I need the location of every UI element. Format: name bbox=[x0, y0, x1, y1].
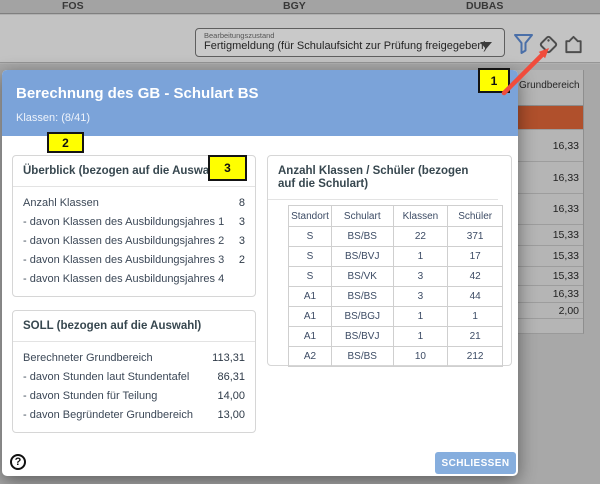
table-row: A1 BS/BVJ 1 21 bbox=[289, 327, 503, 347]
overview-row: - davon Klassen des Ausbildungsjahres 1 … bbox=[23, 213, 245, 232]
tab-fos[interactable]: FOS bbox=[62, 0, 84, 12]
cell-standort: A1 bbox=[289, 287, 332, 307]
cell-schueler: 212 bbox=[448, 347, 503, 367]
dropdown-value: Fertigmeldung (für Schulaufsicht zur Prü… bbox=[204, 40, 487, 52]
cell-schulart: BS/BVJ bbox=[331, 247, 393, 267]
dialog-header: Berechnung des GB - Schulart BS Klassen:… bbox=[2, 70, 518, 136]
table-row: S BS/BVJ 1 17 bbox=[289, 247, 503, 267]
bearbeitungszustand-dropdown[interactable]: Bearbeitungszustand Fertigmeldung (für S… bbox=[195, 28, 505, 57]
soll-row: - davon Begründeter Grundbereich 13,00 bbox=[23, 406, 245, 425]
table-row: S BS/VK 3 42 bbox=[289, 267, 503, 287]
row-label: - davon Klassen des Ausbildungsjahres 2 bbox=[23, 232, 224, 251]
table-row: A1 BS/BS 3 44 bbox=[289, 287, 503, 307]
dropdown-label: Bearbeitungszustand bbox=[204, 31, 274, 40]
overview-row: Anzahl Klassen 8 bbox=[23, 194, 245, 213]
soll-row: - davon Stunden laut Stundentafel 86,31 bbox=[23, 368, 245, 387]
cell-schulart: BS/BS bbox=[331, 227, 393, 247]
cell-klassen: 1 bbox=[393, 327, 448, 347]
row-label: - davon Klassen des Ausbildungsjahres 4 bbox=[23, 270, 224, 289]
gb-berechnung-dialog: Berechnung des GB - Schulart BS Klassen:… bbox=[2, 70, 518, 476]
cell-klassen: 3 bbox=[393, 267, 448, 287]
cell-standort: S bbox=[289, 227, 332, 247]
annotation-label-1: 1 bbox=[478, 68, 510, 93]
table-row: A2 BS/BS 10 212 bbox=[289, 347, 503, 367]
cell-klassen: 22 bbox=[393, 227, 448, 247]
row-label: Berechneter Grundbereich bbox=[23, 349, 153, 368]
annotation-label-2: 2 bbox=[47, 132, 84, 153]
row-label: - davon Klassen des Ausbildungsjahres 3 bbox=[23, 251, 224, 270]
row-value: 3 bbox=[239, 232, 245, 251]
cell-klassen: 1 bbox=[393, 307, 448, 327]
overview-row: - davon Klassen des Ausbildungsjahres 4 bbox=[23, 270, 245, 289]
cell-schueler: 42 bbox=[448, 267, 503, 287]
tab-bgy[interactable]: BGY bbox=[283, 0, 306, 12]
column-header: Standort bbox=[289, 206, 332, 227]
cell-klassen: 3 bbox=[393, 287, 448, 307]
tab-dubas[interactable]: DUBAS bbox=[466, 0, 503, 12]
cell-schulart: BS/BS bbox=[331, 287, 393, 307]
row-value: 14,00 bbox=[217, 387, 245, 406]
row-label: - davon Begründeter Grundbereich bbox=[23, 406, 193, 425]
cell-schueler: 371 bbox=[448, 227, 503, 247]
cell-schueler: 17 bbox=[448, 247, 503, 267]
klassen-card-title: Anzahl Klassen / Schüler (bezogen auf di… bbox=[268, 156, 498, 200]
row-value: 2 bbox=[239, 251, 245, 270]
table-row: S BS/BS 22 371 bbox=[289, 227, 503, 247]
dialog-title: Berechnung des GB - Schulart BS bbox=[16, 85, 259, 102]
cell-schulart: BS/BS bbox=[331, 347, 393, 367]
cell-standort: S bbox=[289, 267, 332, 287]
help-icon[interactable]: ? bbox=[10, 454, 26, 470]
cell-schueler: 21 bbox=[448, 327, 503, 347]
klassen-schueler-table: Standort Schulart Klassen Schüler S BS/B… bbox=[288, 205, 503, 367]
soll-row: - davon Stunden für Teilung 14,00 bbox=[23, 387, 245, 406]
soll-card-title: SOLL (bezogen auf die Auswahl) bbox=[13, 311, 255, 342]
row-label: - davon Stunden laut Stundentafel bbox=[23, 368, 189, 387]
soll-row: Berechneter Grundbereich 113,31 bbox=[23, 349, 245, 368]
row-value: 113,31 bbox=[212, 349, 245, 368]
cell-standort: A1 bbox=[289, 327, 332, 347]
cell-klassen: 10 bbox=[393, 347, 448, 367]
dialog-subtitle: Klassen: (8/41) bbox=[16, 112, 90, 124]
klassen-schueler-card: Anzahl Klassen / Schüler (bezogen auf di… bbox=[267, 155, 512, 366]
cell-klassen: 1 bbox=[393, 247, 448, 267]
export-icon[interactable] bbox=[563, 34, 584, 55]
overview-row: - davon Klassen des Ausbildungsjahres 2 … bbox=[23, 232, 245, 251]
column-header: Schüler bbox=[448, 206, 503, 227]
row-value: 13,00 bbox=[217, 406, 245, 425]
row-label: - davon Stunden für Teilung bbox=[23, 387, 157, 406]
cell-standort: S bbox=[289, 247, 332, 267]
overview-row: - davon Klassen des Ausbildungsjahres 3 … bbox=[23, 251, 245, 270]
row-value: 86,31 bbox=[217, 368, 245, 387]
table-header-row: Standort Schulart Klassen Schüler bbox=[289, 206, 503, 227]
row-value: 8 bbox=[239, 194, 245, 213]
cell-schueler: 1 bbox=[448, 307, 503, 327]
cell-standort: A2 bbox=[289, 347, 332, 367]
filter-icon[interactable] bbox=[513, 33, 534, 55]
cell-schulart: BS/VK bbox=[331, 267, 393, 287]
annotation-label-3: 3 bbox=[208, 155, 247, 181]
column-header: Klassen bbox=[393, 206, 448, 227]
cell-standort: A1 bbox=[289, 307, 332, 327]
column-header: Schulart bbox=[331, 206, 393, 227]
row-label: Anzahl Klassen bbox=[23, 194, 99, 213]
chevron-down-icon[interactable] bbox=[480, 42, 492, 49]
table-row: A1 BS/BGJ 1 1 bbox=[289, 307, 503, 327]
schliessen-button[interactable]: SCHLIESSEN bbox=[435, 452, 516, 474]
soll-card: SOLL (bezogen auf die Auswahl) Berechnet… bbox=[12, 310, 256, 433]
cell-schulart: BS/BVJ bbox=[331, 327, 393, 347]
tag-icon[interactable] bbox=[537, 33, 560, 56]
row-value: 3 bbox=[239, 213, 245, 232]
row-label: - davon Klassen des Ausbildungsjahres 1 bbox=[23, 213, 224, 232]
cell-schueler: 44 bbox=[448, 287, 503, 307]
cell-schulart: BS/BGJ bbox=[331, 307, 393, 327]
